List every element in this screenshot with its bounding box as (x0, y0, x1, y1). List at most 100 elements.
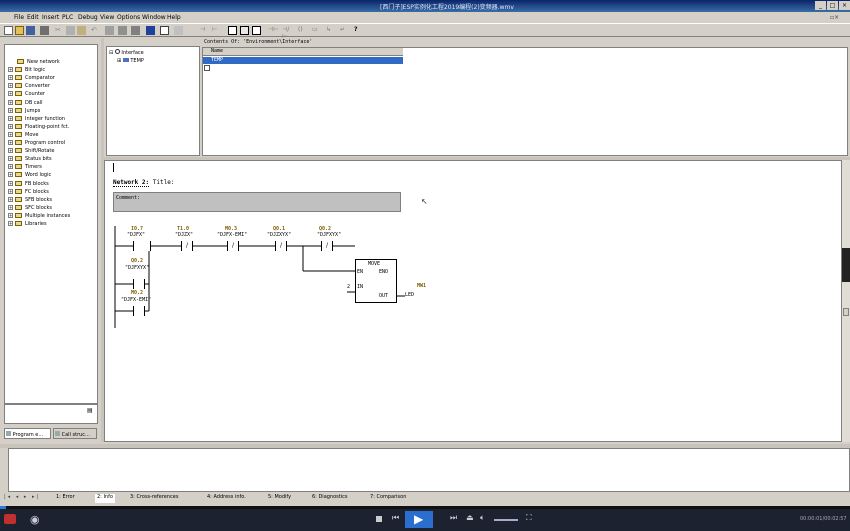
catalog-item[interactable]: + DB call (8, 99, 42, 108)
catalog-item[interactable]: + Move (8, 131, 38, 140)
contact-parallel-q02[interactable] (133, 279, 145, 289)
overview-icon[interactable] (146, 26, 155, 35)
catalog-item[interactable]: + Status bits (8, 156, 52, 164)
catalog-item[interactable]: + SFC blocks (8, 204, 52, 213)
contact-parallel-m02[interactable] (133, 306, 145, 316)
catalog-item[interactable]: + Converter (8, 83, 50, 91)
contact-i07[interactable] (133, 241, 151, 251)
contact-nc-icon[interactable]: ⊣/⊢ (282, 26, 291, 40)
code-editor[interactable]: Network 2: Title: Comment: ↖ / / / / I0.… (104, 160, 842, 442)
expand-icon[interactable]: + (8, 204, 13, 210)
tab-call-structure[interactable]: Call struc... (53, 428, 97, 439)
contact-q02[interactable]: / (321, 241, 333, 251)
copy-icon[interactable] (66, 26, 75, 35)
cut-icon[interactable]: ✂ (55, 26, 64, 35)
contact-no-icon[interactable]: ⊣⊢ (268, 26, 278, 35)
tab-nav-arrows[interactable]: |◂ ◂ ▸ ▸| (4, 494, 48, 503)
stop-icon[interactable] (376, 516, 382, 522)
close-button[interactable]: × (839, 1, 850, 10)
catalog-item[interactable]: + Bit logic (8, 67, 45, 75)
save-icon[interactable] (26, 26, 35, 35)
contact-t10[interactable]: / (181, 241, 193, 251)
tab-program-elements[interactable]: Program e... (4, 428, 51, 439)
expand-icon[interactable]: + (8, 83, 13, 89)
volume-slider[interactable] (494, 519, 518, 521)
panel-icon[interactable] (252, 26, 261, 35)
open-icon[interactable] (15, 26, 24, 35)
catalog-item[interactable]: + Program control (8, 140, 65, 148)
output-grip[interactable] (0, 448, 8, 492)
catalog-item[interactable]: + SFB blocks (8, 196, 52, 205)
paste-icon[interactable] (77, 26, 86, 35)
expand-icon[interactable]: + (8, 180, 13, 186)
restore-child-icon[interactable]: ▫× (830, 14, 839, 21)
expand-icon[interactable]: + (8, 221, 13, 226)
interface-root-node[interactable]: ⊟ Interface (109, 49, 144, 56)
box-icon[interactable]: ▭ (312, 26, 321, 35)
print-icon[interactable] (40, 26, 49, 35)
expand-icon[interactable]: + (8, 196, 13, 202)
expand-icon[interactable]: + (8, 75, 13, 81)
contents-row-temp[interactable]: TEMP (203, 57, 403, 64)
tab-info[interactable]: 2: Info (95, 494, 115, 503)
eye-icon[interactable]: ◉ (30, 513, 40, 526)
branch-open-icon[interactable]: ↳ (326, 26, 335, 35)
minimize-button[interactable]: _ (815, 1, 826, 10)
scroll-handle[interactable] (843, 308, 849, 316)
ladder-view-icon[interactable] (174, 26, 183, 35)
catalog-item[interactable]: + FB blocks (8, 180, 49, 189)
catalog-item[interactable]: New network (17, 59, 60, 67)
catalog-item[interactable]: + Multiple instances (8, 212, 70, 221)
undo-icon[interactable]: ↶ (91, 26, 100, 35)
interface-temp-node[interactable]: ⊞ TEMP (117, 58, 144, 64)
branch-close-icon[interactable]: ↵ (340, 26, 349, 35)
menu-help[interactable]: Help (167, 14, 181, 21)
expand-icon[interactable]: + (8, 91, 13, 97)
eject-icon[interactable]: ⏏ (466, 513, 474, 522)
coil-icon[interactable]: () (298, 26, 307, 35)
help-icon[interactable]: ? (354, 26, 363, 35)
split-icon[interactable] (240, 26, 249, 35)
expand-icon[interactable]: + (8, 172, 13, 178)
tab-address-info[interactable]: 4: Address info. (207, 494, 246, 503)
window-icon[interactable] (228, 26, 237, 35)
editor-vscrollbar[interactable] (842, 160, 850, 442)
online-icon[interactable] (131, 26, 140, 35)
expand-icon[interactable]: + (8, 131, 13, 137)
expand-icon[interactable]: + (8, 115, 13, 121)
menu-plc[interactable]: PLC (62, 14, 73, 21)
monitor-icon[interactable] (160, 26, 169, 35)
new-row-icon[interactable] (204, 65, 210, 71)
nav-back-icon[interactable]: ⊣ (200, 26, 209, 35)
upload-icon[interactable] (118, 26, 127, 35)
expand-icon[interactable]: + (8, 99, 13, 105)
move-box[interactable]: MOVE EN ENO IN OUT (355, 259, 397, 303)
menu-edit[interactable]: Edit (27, 14, 39, 21)
expand-icon[interactable]: + (8, 123, 13, 129)
download-icon[interactable] (105, 26, 114, 35)
new-icon[interactable] (4, 26, 13, 35)
tab-modify[interactable]: 5: Modify (268, 494, 291, 503)
maximize-button[interactable]: □ (827, 1, 838, 10)
prev-icon[interactable]: ⏮ (392, 513, 399, 523)
nav-fwd-icon[interactable]: ⊢ (212, 26, 221, 35)
catalog-item[interactable]: + Libraries (8, 221, 47, 229)
next-icon[interactable]: ⏭ (450, 513, 457, 523)
catalog-item[interactable]: + Word logic (8, 172, 51, 180)
catalog-item[interactable]: + Shift/Rotate (8, 148, 54, 156)
expand-icon[interactable]: + (8, 67, 13, 73)
catalog-item[interactable]: + Timers (8, 164, 42, 172)
expand-icon[interactable]: + (8, 212, 13, 218)
expand-icon[interactable]: + (8, 140, 13, 145)
scroll-thumb[interactable] (842, 248, 850, 282)
catalog-item[interactable]: + Comparator (8, 75, 55, 83)
expand-icon[interactable]: + (8, 156, 13, 162)
volume-icon[interactable]: 🔈︎ (480, 513, 485, 523)
catalog-item[interactable]: + Jumps (8, 107, 40, 116)
expand-icon[interactable]: + (8, 164, 13, 170)
menu-debug[interactable]: Debug (78, 14, 98, 21)
contact-m03[interactable]: / (227, 241, 239, 251)
menu-insert[interactable]: Insert (42, 14, 59, 21)
record-icon[interactable] (4, 514, 16, 524)
menu-view[interactable]: View (100, 14, 114, 21)
